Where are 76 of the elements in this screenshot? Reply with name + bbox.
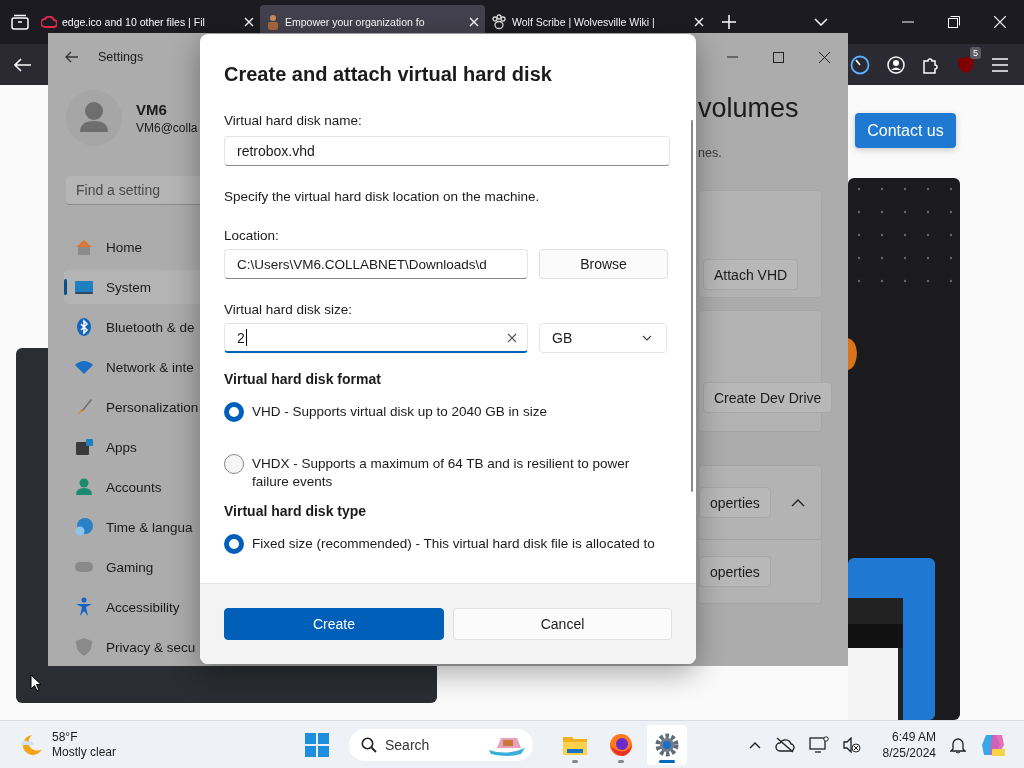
person-icon: [74, 477, 94, 497]
radio-button[interactable]: [224, 402, 244, 422]
scrollbar[interactable]: [691, 120, 693, 492]
field-label: Virtual hard disk name:: [224, 113, 362, 129]
copilot-icon[interactable]: [980, 732, 1006, 757]
radio-button[interactable]: [224, 454, 244, 474]
search-icon: [361, 736, 377, 753]
radio-button[interactable]: [224, 534, 244, 554]
running-indicator: [618, 759, 624, 763]
maximize-icon[interactable]: [773, 51, 784, 63]
user-name: VM6: [136, 101, 168, 118]
contact-button[interactable]: Contact us: [855, 113, 956, 148]
browse-button[interactable]: Browse: [539, 249, 668, 279]
action-button[interactable]: Attach VHD: [703, 259, 799, 290]
house-icon: [74, 237, 94, 257]
accessibility-icon: [74, 597, 94, 617]
unit-dropdown[interactable]: GB: [539, 323, 667, 353]
clock-date[interactable]: 8/25/2024: [882, 744, 936, 761]
tab-list-icon[interactable]: [11, 14, 29, 30]
shield-icon: [74, 637, 94, 657]
section-heading: Virtual hard disk format: [224, 371, 381, 387]
cancel-button[interactable]: Cancel: [453, 608, 672, 640]
new-tab-icon[interactable]: [722, 15, 736, 29]
properties-button[interactable]: operties: [699, 556, 771, 587]
person-icon: [266, 14, 280, 30]
radio-option[interactable]: VHDX - Supports a maximum of 64 TB and is resilient to power failure events: [224, 454, 654, 491]
monitor-icon[interactable]: [808, 735, 829, 754]
dialog-title: Create and attach virtual hard disk: [224, 62, 552, 87]
field-label: Location:: [224, 228, 279, 244]
puzzle-icon[interactable]: [922, 55, 940, 74]
user-email: VM6@colla: [136, 121, 198, 135]
bell-icon[interactable]: [950, 735, 966, 754]
clock-time[interactable]: 6:49 AM: [891, 728, 936, 745]
section-heading: Virtual hard disk type: [224, 503, 367, 519]
radio-option[interactable]: Fixed size (recommended) - This virtual hard disk file is allocated to: [224, 534, 674, 554]
properties-button[interactable]: operties: [699, 487, 771, 518]
close-icon[interactable]: [819, 51, 830, 63]
window-title: Settings: [98, 50, 144, 64]
running-indicator: [659, 759, 675, 763]
chevron-up-icon[interactable]: [791, 498, 805, 507]
paw-icon: [491, 14, 507, 30]
cloud-off-icon[interactable]: [774, 736, 795, 753]
create-button[interactable]: Create: [224, 608, 444, 640]
chevron-up-icon[interactable]: [748, 740, 761, 749]
gauge-icon[interactable]: [850, 54, 870, 75]
field-label: Virtual hard disk size:: [224, 302, 353, 318]
bluetooth-icon: [74, 317, 94, 337]
location-field[interactable]: C:\Users\VM6.COLLABNET\Downloads\d: [224, 249, 528, 279]
search-field[interactable]: Search: [349, 728, 533, 761]
cursor-icon: [30, 674, 42, 692]
restore-icon[interactable]: [948, 16, 960, 28]
action-button[interactable]: Create Dev Drive: [703, 382, 833, 413]
avatar-icon: [66, 90, 122, 146]
radio-option[interactable]: VHD - Supports virtual disk up to 2040 GB in size: [224, 402, 654, 422]
cloud-icon: [41, 16, 57, 28]
chevron-down-icon[interactable]: [814, 18, 828, 26]
folder-icon: [563, 734, 587, 755]
chevron-down-icon: [642, 335, 652, 341]
description-text: nes.: [698, 146, 723, 160]
fox-globe-icon: [609, 732, 633, 757]
weather-text: Mostly clear: [52, 744, 116, 760]
gear-icon: [655, 732, 679, 757]
account-icon[interactable]: [887, 55, 905, 74]
back-arrow-icon[interactable]: [65, 51, 79, 63]
running-indicator: [572, 759, 578, 763]
taskbar-app[interactable]: [647, 724, 687, 765]
page-heading: volumes: [698, 93, 800, 124]
speaker-muted-icon[interactable]: [842, 736, 861, 753]
menu-icon[interactable]: [992, 57, 1008, 72]
clear-icon[interactable]: [507, 332, 517, 343]
count-badge: 5: [970, 46, 981, 59]
apps-icon: [74, 437, 94, 457]
windows-start-icon[interactable]: [305, 732, 329, 757]
name-field[interactable]: retrobox.vhd: [224, 136, 670, 166]
temperature-text: 58°F: [52, 729, 79, 745]
size-field[interactable]: 2: [224, 323, 528, 353]
